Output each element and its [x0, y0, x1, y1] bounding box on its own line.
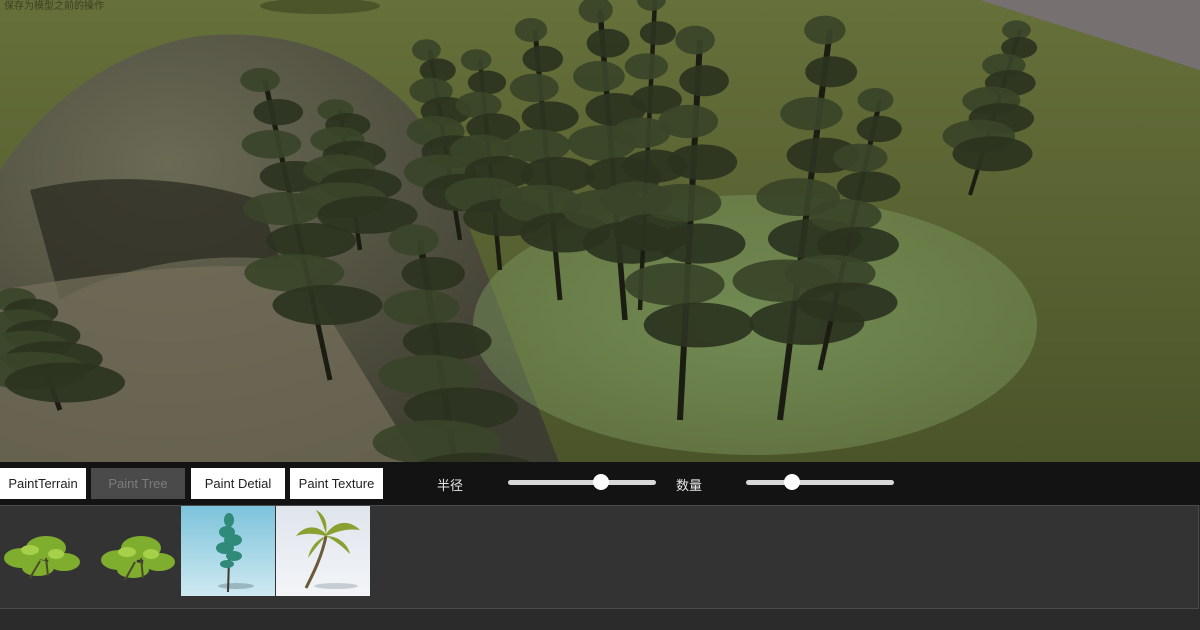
palette-item-conifer-tree[interactable] [181, 506, 275, 596]
terrain-viewport[interactable]: 保存为模型之前的操作 [0, 0, 1200, 465]
bush-icon [101, 536, 175, 581]
paint-tree-button[interactable]: Paint Tree [91, 468, 185, 499]
radius-slider[interactable] [508, 474, 656, 490]
status-bar [0, 609, 1200, 630]
count-slider[interactable] [746, 474, 894, 490]
count-slider-handle[interactable] [783, 474, 800, 490]
viewport-hint-text: 保存为模型之前的操作 [4, 1, 104, 12]
paint-texture-button[interactable]: Paint Texture [290, 468, 383, 499]
count-label: 数量 [676, 479, 703, 494]
paint-terrain-button[interactable]: PaintTerrain [0, 468, 86, 499]
palette-item-bush-1[interactable] [0, 506, 94, 596]
tree-palette [0, 505, 1199, 609]
radius-label: 半径 [437, 479, 464, 494]
terrain-scene [0, 0, 1200, 465]
paint-toolbar: PaintTerrain Paint Tree Paint Detial Pai… [0, 462, 1200, 505]
palette-item-bush-2[interactable] [91, 506, 185, 596]
radius-slider-handle[interactable] [593, 474, 610, 490]
palette-item-palm-tree[interactable] [276, 506, 370, 596]
conifer-tree-icon [181, 506, 275, 596]
paint-detail-button[interactable]: Paint Detial [191, 468, 285, 499]
palm-tree-icon [276, 506, 370, 596]
bush-icon [4, 536, 80, 579]
